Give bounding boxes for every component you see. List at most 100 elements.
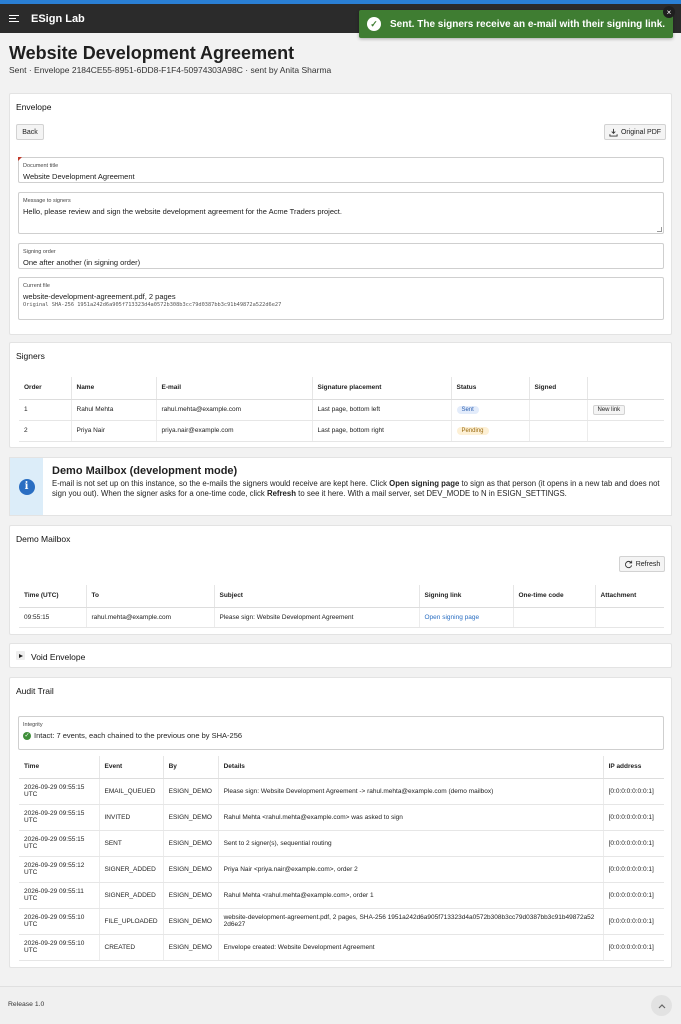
void-envelope-toggle[interactable]: Void Envelope xyxy=(9,643,672,668)
required-marker xyxy=(18,157,22,161)
signer-placement: Last page, bottom right xyxy=(311,420,451,442)
open-signing-page-link[interactable]: Open signing page xyxy=(425,614,480,621)
table-row: 2026-09-29 09:55:11 UTC SIGNER_ADDED ESI… xyxy=(19,882,664,909)
column-header: Time (UTC) xyxy=(19,585,86,608)
signer-email: priya.nair@example.com xyxy=(155,420,312,442)
mailbox-title: Demo Mailbox xyxy=(16,534,71,544)
signers-title: Signers xyxy=(16,351,45,361)
audit-event: CREATED xyxy=(98,934,164,961)
page-title: Website Development Agreement xyxy=(9,43,295,63)
table-row: 2026-09-29 09:55:15 UTC INVITED ESIGN_DE… xyxy=(19,804,664,831)
info-body: E-mail is not set up on this instance, s… xyxy=(52,479,660,498)
signer-signed xyxy=(528,399,587,421)
table-row: 1 Rahul Mehta rahul.mehta@example.com La… xyxy=(19,399,664,421)
audit-by: ESIGN_DEMO xyxy=(162,856,219,883)
check-circle-icon: ✓ xyxy=(23,731,31,740)
audit-table: Time Event By Details IP address 2026-09… xyxy=(19,756,664,961)
current-file-value: website-development-agreement.pdf, 2 pag… xyxy=(23,292,176,301)
envelope-panel: Envelope Back Original PDF Document titl… xyxy=(9,93,672,335)
table-row: 2026-09-29 09:55:10 UTC CREATED ESIGN_DE… xyxy=(19,934,664,961)
release-label: Release 1.0 xyxy=(8,1001,45,1008)
signer-order: 1 xyxy=(19,399,71,421)
audit-ip: [0:0:0:0:0:0:0:1] xyxy=(602,908,664,935)
status-badge: Sent xyxy=(456,405,479,414)
audit-details: Rahul Mehta <rahul.mehta@example.com> wa… xyxy=(217,804,604,831)
audit-time: 2026-09-29 09:55:15 UTC xyxy=(19,804,99,831)
column-header xyxy=(586,377,664,400)
expand-icon xyxy=(16,651,25,660)
signing-order-value: One after another (in signing order) xyxy=(23,258,141,267)
current-file-label: Current file xyxy=(23,283,50,289)
signer-placement: Last page, bottom left xyxy=(311,399,451,421)
audit-event: FILE_UPLOADED xyxy=(98,908,164,935)
resize-handle-icon[interactable] xyxy=(657,227,662,232)
signers-panel: Signers Order Name E-mail Signature plac… xyxy=(9,342,672,448)
audit-time: 2026-09-29 09:55:10 UTC xyxy=(19,908,99,935)
refresh-icon xyxy=(624,560,632,568)
audit-time: 2026-09-29 09:55:15 UTC xyxy=(19,830,99,857)
audit-ip: [0:0:0:0:0:0:0:1] xyxy=(602,804,664,831)
scroll-to-top-button[interactable] xyxy=(651,995,672,1016)
toast-message: Sent. The signers receive an e-mail with… xyxy=(390,18,666,30)
audit-details: website-development-agreement.pdf, 2 pag… xyxy=(217,908,604,935)
message-field[interactable]: Message to signers Hello, please review … xyxy=(18,192,664,234)
table-row: 2026-09-29 09:55:10 UTC FILE_UPLOADED ES… xyxy=(19,908,664,935)
integrity-value: Intact: 7 events, each chained to the pr… xyxy=(34,731,243,740)
new-link-button[interactable]: New link xyxy=(592,404,626,415)
original-pdf-label: Original PDF xyxy=(620,128,662,136)
table-row: 2 Priya Nair priya.nair@example.com Last… xyxy=(19,420,664,442)
mailbox-table: Time (UTC) To Subject Signing link One-t… xyxy=(19,585,664,628)
close-icon[interactable]: × xyxy=(663,6,675,18)
audit-title: Audit Trail xyxy=(16,686,54,696)
check-circle-icon: ✓ xyxy=(367,17,381,31)
audit-by: ESIGN_DEMO xyxy=(162,882,219,909)
app-title: ESign Lab xyxy=(31,12,85,25)
table-row: 2026-09-29 09:55:15 UTC EMAIL_QUEUED ESI… xyxy=(19,778,664,805)
column-header: To xyxy=(85,585,214,608)
audit-by: ESIGN_DEMO xyxy=(162,908,219,935)
refresh-button[interactable]: Refresh xyxy=(619,556,665,572)
audit-event: INVITED xyxy=(98,804,164,831)
demo-mailbox-panel: Demo Mailbox Refresh Time (UTC) To Subje… xyxy=(9,525,672,635)
refresh-label: Refresh xyxy=(635,560,661,568)
info-icon: i xyxy=(18,478,35,495)
column-header: E-mail xyxy=(155,377,312,400)
audit-time: 2026-09-29 09:55:15 UTC xyxy=(19,778,99,805)
column-header: Attachment xyxy=(594,585,664,608)
page-subtitle: Sent · Envelope 2184CE55-8951-6DD8-F1F4-… xyxy=(9,65,332,75)
footer: Release 1.0 xyxy=(0,986,681,1024)
column-header: Details xyxy=(217,756,604,779)
menu-icon[interactable] xyxy=(9,14,19,23)
audit-event: EMAIL_QUEUED xyxy=(98,778,164,805)
audit-by: ESIGN_DEMO xyxy=(162,778,219,805)
audit-details: Rahul Mehta <rahul.mehta@example.com>, o… xyxy=(217,882,604,909)
document-title-field[interactable]: Document title Website Development Agree… xyxy=(18,157,664,183)
table-row: 2026-09-29 09:55:12 UTC SIGNER_ADDED ESI… xyxy=(19,856,664,883)
audit-event: SIGNER_ADDED xyxy=(98,856,164,883)
signers-header-row: Order Name E-mail Signature placement St… xyxy=(19,377,664,400)
column-header: Time xyxy=(19,756,99,779)
audit-details: Please sign: Website Development Agreeme… xyxy=(217,778,604,805)
audit-header-row: Time Event By Details IP address xyxy=(19,756,664,779)
signer-email: rahul.mehta@example.com xyxy=(155,399,312,421)
column-header: Status xyxy=(450,377,529,400)
column-header: Name xyxy=(70,377,156,400)
original-pdf-button[interactable]: Original PDF xyxy=(604,124,666,140)
column-header: Order xyxy=(19,377,71,400)
audit-event: SIGNER_ADDED xyxy=(98,882,164,909)
info-title: Demo Mailbox (development mode) xyxy=(52,465,238,477)
status-badge: Pending xyxy=(456,426,489,435)
audit-time: 2026-09-29 09:55:10 UTC xyxy=(19,934,99,961)
mail-subject: Please sign: Website Development Agreeme… xyxy=(213,607,419,628)
signers-table: Order Name E-mail Signature placement St… xyxy=(19,377,664,442)
mail-time: 09:55:15 xyxy=(19,607,86,628)
signer-signed xyxy=(528,420,587,442)
audit-trail-panel: Audit Trail Integrity ✓ Intact: 7 events… xyxy=(9,677,672,968)
table-row: 2026-09-29 09:55:15 UTC SENT ESIGN_DEMO … xyxy=(19,830,664,857)
signing-order-field[interactable]: Signing order One after another (in sign… xyxy=(18,243,664,269)
column-header: Signing link xyxy=(418,585,513,608)
back-button[interactable]: Back xyxy=(16,124,44,140)
success-toast: ✓ Sent. The signers receive an e-mail wi… xyxy=(359,6,675,38)
audit-event: SENT xyxy=(98,830,164,857)
integrity-label: Integrity xyxy=(23,722,43,728)
